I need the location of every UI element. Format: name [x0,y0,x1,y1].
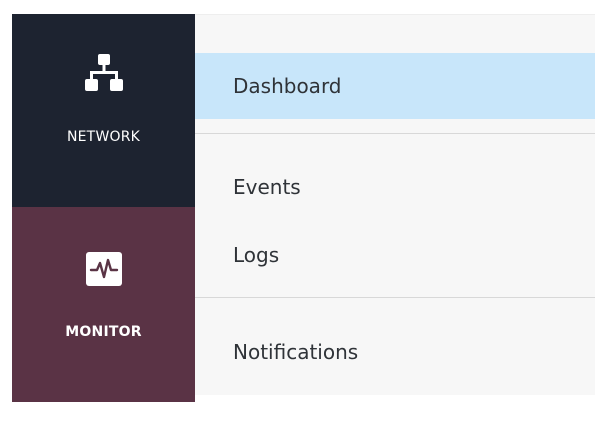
submenu-panel: Dashboard Events Logs Notifications [195,14,595,395]
divider [195,297,595,298]
heartbeat-icon [85,251,123,287]
sidebar-item-label: NETWORK [66,129,141,145]
menu-item-events[interactable]: Events [195,161,595,213]
menu-item-notifications[interactable]: Notifications [195,326,595,378]
sidebar-item-monitor[interactable]: MONITOR [12,207,195,402]
menu-item-dashboard[interactable]: Dashboard [195,53,595,119]
network-icon [82,52,126,96]
sidebar: NETWORK MONITOR [12,14,195,402]
sidebar-item-network[interactable]: NETWORK [12,14,195,207]
menu-item-logs[interactable]: Logs [195,229,595,281]
divider [195,133,595,134]
sidebar-item-label: MONITOR [65,324,142,340]
